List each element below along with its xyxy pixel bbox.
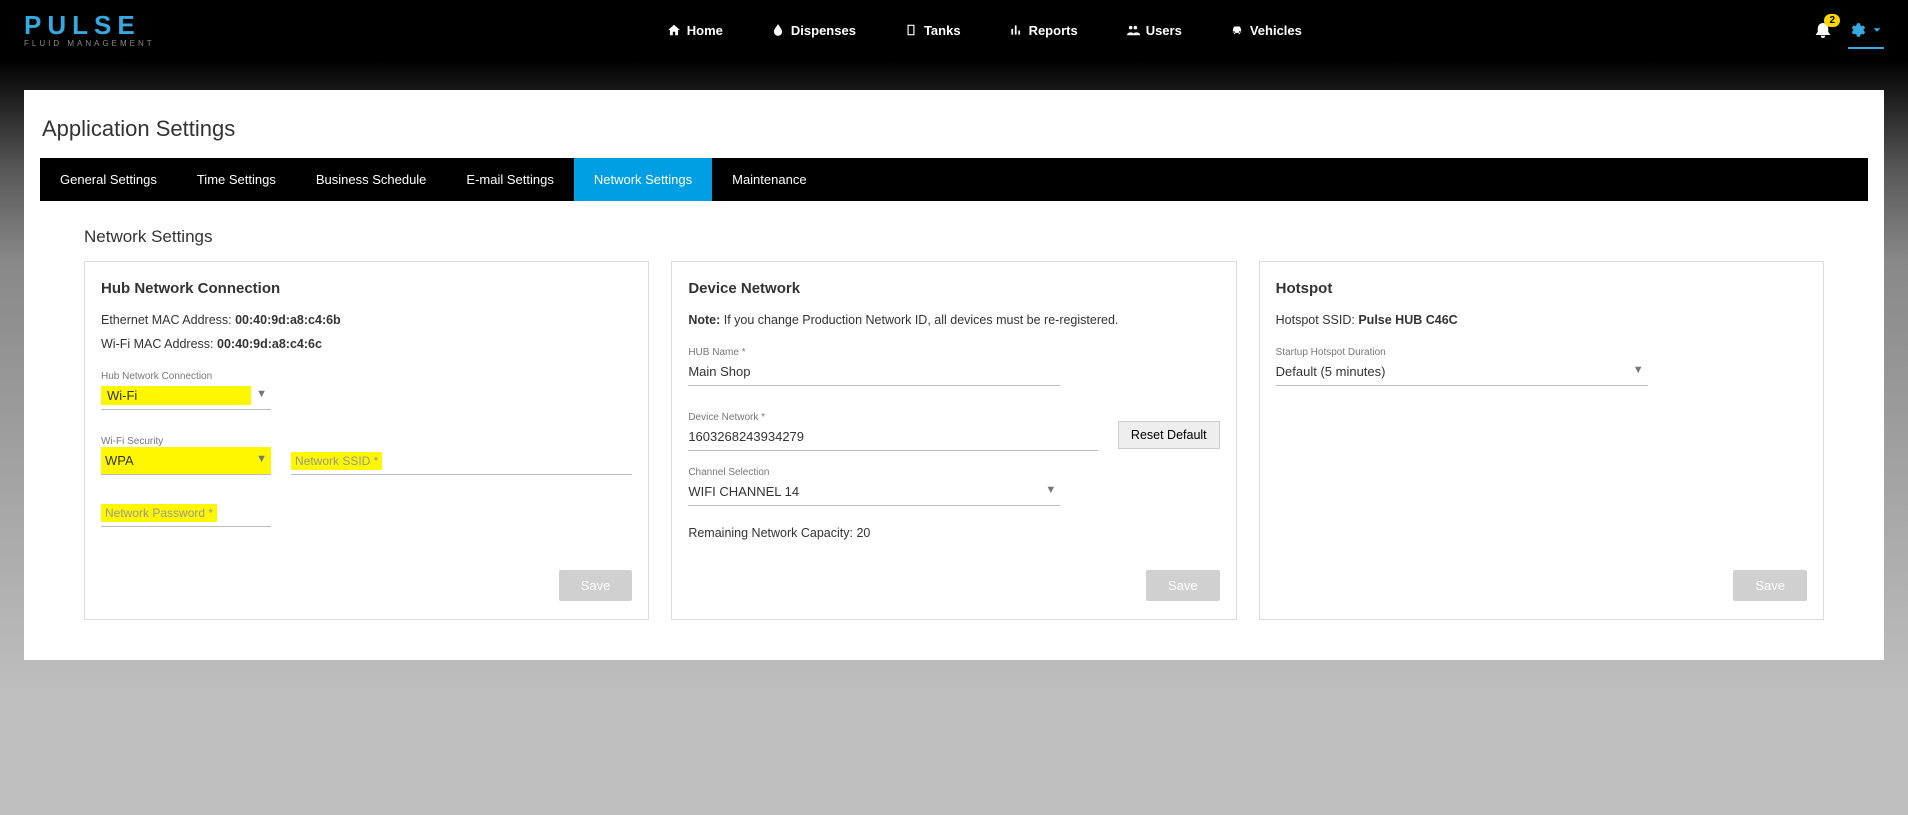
page-panel: Application Settings General Settings Ti… <box>24 90 1884 660</box>
nav-home[interactable]: Home <box>663 17 727 44</box>
wifi-mac-value: 00:40:9d:a8:c4:6c <box>217 337 322 351</box>
nav-vehicles[interactable]: Vehicles <box>1226 17 1306 44</box>
hub-name-input[interactable]: Main Shop <box>688 358 1060 386</box>
users-icon <box>1126 23 1140 37</box>
note-text: If you change Production Network ID, all… <box>724 313 1119 327</box>
hotspot-duration-select[interactable]: Default (5 minutes) ▼ <box>1276 358 1648 386</box>
nav-users[interactable]: Users <box>1122 17 1186 44</box>
notification-badge: 2 <box>1824 14 1840 27</box>
device-card-title: Device Network <box>688 280 1219 297</box>
device-network-input[interactable]: 1603268243934279 <box>688 423 1098 451</box>
note-label: Note: <box>688 313 723 327</box>
hotspot-ssid-value: Pulse HUB C46C <box>1358 313 1457 327</box>
eth-mac-value: 00:40:9d:a8:c4:6b <box>235 313 341 327</box>
channel-value: WIFI CHANNEL 14 <box>688 484 1040 499</box>
nav-right: 2 <box>1814 20 1884 41</box>
tab-maintenance[interactable]: Maintenance <box>712 158 826 201</box>
nav-users-label: Users <box>1146 23 1182 38</box>
droplet-icon <box>771 23 785 37</box>
hub-save-button[interactable]: Save <box>559 570 633 601</box>
hub-connection-value: Wi-Fi <box>101 386 251 405</box>
chevron-down-icon: ▼ <box>256 388 267 400</box>
device-network-value: 1603268243934279 <box>688 429 1098 444</box>
wifi-security-value: WPA <box>101 453 251 468</box>
hotspot-ssid: Hotspot SSID: Pulse HUB C46C <box>1276 313 1807 327</box>
top-nav: PULSE FLUID MANAGEMENT Home Dispenses Ta… <box>0 0 1908 60</box>
chevron-down-icon: ▼ <box>1045 484 1056 496</box>
capacity-row: Remaining Network Capacity: 20 <box>688 526 1219 540</box>
section-title: Network Settings <box>84 227 1868 247</box>
tab-general[interactable]: General Settings <box>40 158 177 201</box>
nav-dispenses-label: Dispenses <box>791 23 856 38</box>
cards-row: Hub Network Connection Ethernet MAC Addr… <box>40 261 1868 620</box>
hub-connection-select[interactable]: Wi-Fi ▼ <box>101 382 271 410</box>
nav-tanks-label: Tanks <box>924 23 961 38</box>
nav-reports[interactable]: Reports <box>1005 17 1082 44</box>
hub-name-label: HUB Name * <box>688 347 1219 358</box>
wifi-mac-label: Wi-Fi MAC Address: <box>101 337 217 351</box>
brand-sub: FLUID MANAGEMENT <box>24 40 155 48</box>
main-nav: Home Dispenses Tanks Reports Users Vehic… <box>155 17 1814 44</box>
tab-time[interactable]: Time Settings <box>177 158 296 201</box>
bar-chart-icon <box>1009 23 1023 37</box>
chevron-down-icon: ▼ <box>256 453 267 465</box>
card-hotspot: Hotspot Hotspot SSID: Pulse HUB C46C Sta… <box>1259 261 1824 620</box>
nav-reports-label: Reports <box>1029 23 1078 38</box>
device-save-button[interactable]: Save <box>1146 570 1220 601</box>
network-ssid-input[interactable]: Network SSID * <box>291 447 632 475</box>
brand-logo: PULSE FLUID MANAGEMENT <box>24 12 155 48</box>
hotspot-duration-value: Default (5 minutes) <box>1276 364 1628 379</box>
tab-email[interactable]: E-mail Settings <box>446 158 573 201</box>
network-password-input[interactable]: Network Password * <box>101 499 271 527</box>
card-device-network: Device Network Note: If you change Produ… <box>671 261 1236 620</box>
nav-dispenses[interactable]: Dispenses <box>767 17 860 44</box>
hub-card-title: Hub Network Connection <box>101 280 632 297</box>
capacity-value: 20 <box>856 526 870 540</box>
brand-name: PULSE <box>24 12 155 38</box>
car-icon <box>1230 23 1244 37</box>
wifi-mac: Wi-Fi MAC Address: 00:40:9d:a8:c4:6c <box>101 337 632 351</box>
chevron-down-icon: ▼ <box>1633 364 1644 376</box>
card-hub-network: Hub Network Connection Ethernet MAC Addr… <box>84 261 649 620</box>
page-title: Application Settings <box>42 116 1868 142</box>
nav-vehicles-label: Vehicles <box>1250 23 1302 38</box>
gear-icon <box>1848 21 1866 39</box>
channel-select[interactable]: WIFI CHANNEL 14 ▼ <box>688 478 1060 506</box>
network-password-placeholder: Network Password * <box>101 504 217 522</box>
tab-business[interactable]: Business Schedule <box>296 158 447 201</box>
device-note: Note: If you change Production Network I… <box>688 313 1219 327</box>
device-network-label: Device Network * <box>688 412 1098 423</box>
hotspot-duration-label: Startup Hotspot Duration <box>1276 347 1807 358</box>
nav-home-label: Home <box>687 23 723 38</box>
settings-tabs: General Settings Time Settings Business … <box>40 158 1868 201</box>
capacity-label: Remaining Network Capacity: <box>688 526 856 540</box>
tank-icon <box>904 23 918 37</box>
settings-menu[interactable] <box>1848 21 1884 49</box>
wifi-security-label: Wi-Fi Security <box>101 436 271 447</box>
hotspot-save-button[interactable]: Save <box>1733 570 1807 601</box>
eth-mac-label: Ethernet MAC Address: <box>101 313 235 327</box>
hub-name-value: Main Shop <box>688 364 1060 379</box>
hub-conn-label: Hub Network Connection <box>101 371 632 382</box>
reset-default-button[interactable]: Reset Default <box>1118 421 1220 449</box>
hotspot-card-title: Hotspot <box>1276 280 1807 297</box>
chevron-down-icon <box>1870 23 1884 37</box>
tab-network[interactable]: Network Settings <box>574 158 712 201</box>
nav-tanks[interactable]: Tanks <box>900 17 965 44</box>
network-ssid-placeholder: Network SSID * <box>291 452 382 470</box>
hotspot-ssid-label: Hotspot SSID: <box>1276 313 1359 327</box>
home-icon <box>667 23 681 37</box>
wifi-security-select[interactable]: WPA ▼ <box>101 447 271 475</box>
channel-label: Channel Selection <box>688 467 1219 478</box>
ethernet-mac: Ethernet MAC Address: 00:40:9d:a8:c4:6b <box>101 313 632 327</box>
notifications-button[interactable]: 2 <box>1814 20 1832 41</box>
